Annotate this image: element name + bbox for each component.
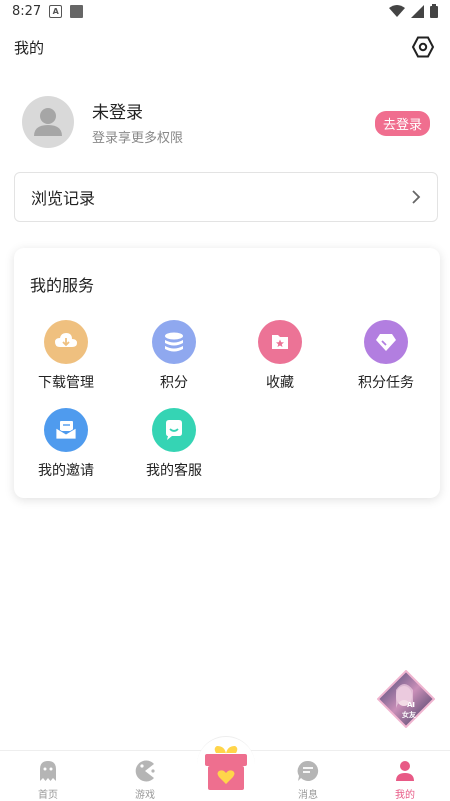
ai-girlfriend-floating-button[interactable]: AI 女友: [376, 669, 436, 729]
browse-history-label: 浏览记录: [31, 189, 96, 208]
login-hint: 登录享更多权限: [92, 131, 184, 146]
gift-center-button[interactable]: [203, 744, 249, 792]
tab-profile-label: 我的: [395, 790, 415, 801]
chevron-right-icon: [412, 190, 421, 204]
service-point-tasks[interactable]: 积分任务: [336, 320, 436, 392]
profile-section: 未登录 登录享更多权限 去登录: [22, 94, 434, 150]
tab-profile[interactable]: 我的: [360, 751, 450, 801]
ghost-home-icon: [40, 761, 56, 781]
tab-home-label: 首页: [38, 790, 58, 801]
status-bar: 8:27 A: [0, 0, 450, 22]
settings-hexagon-icon: [411, 36, 435, 58]
notification-square-icon: [70, 4, 84, 18]
message-icon: [297, 760, 319, 781]
service-favorites[interactable]: 收藏: [230, 320, 330, 392]
points-icon: [152, 320, 196, 364]
settings-button[interactable]: [410, 34, 436, 60]
gift-box-icon: [205, 746, 247, 790]
service-label: 收藏: [266, 375, 294, 391]
login-button[interactable]: 去登录: [374, 111, 430, 136]
service-label: 我的邀请: [38, 463, 94, 479]
wifi-icon: [389, 4, 405, 17]
game-icon: [135, 760, 155, 782]
notification-a-icon: A: [49, 4, 63, 18]
tab-messages[interactable]: 消息: [263, 751, 353, 801]
diamond-icon: [364, 320, 408, 364]
service-invite[interactable]: 我的邀请: [16, 408, 116, 480]
avatar[interactable]: [22, 96, 74, 148]
tab-messages-label: 消息: [298, 790, 318, 801]
browse-history-row[interactable]: 浏览记录: [14, 172, 438, 222]
ai-badge-text: AI: [407, 701, 416, 709]
ai-badge-subtext: 女友: [402, 711, 416, 719]
services-card: 我的服务 下载管理 积分 收藏 积分任务 我的邀请 我的客服: [14, 248, 440, 498]
service-customer-service[interactable]: 我的客服: [124, 408, 224, 480]
top-bar: 我的: [0, 30, 450, 64]
favorite-icon: [258, 320, 302, 364]
service-points[interactable]: 积分: [124, 320, 224, 392]
service-download[interactable]: 下载管理: [16, 320, 116, 392]
service-label: 积分任务: [358, 375, 414, 391]
page-title: 我的: [14, 38, 45, 57]
service-label: 我的客服: [146, 463, 202, 479]
services-title: 我的服务: [30, 276, 95, 295]
service-label: 积分: [160, 375, 188, 391]
tab-home[interactable]: 首页: [3, 751, 93, 801]
default-avatar-icon: [34, 108, 62, 136]
signal-icon: [411, 4, 424, 18]
username: 未登录: [92, 103, 143, 123]
clock: 8:27: [12, 3, 42, 19]
customer-service-icon: [152, 408, 196, 452]
profile-icon: [396, 761, 414, 781]
service-label: 下载管理: [38, 375, 94, 391]
download-icon: [44, 320, 88, 364]
tab-games-label: 游戏: [135, 790, 155, 801]
battery-icon: [430, 4, 438, 18]
invite-mail-icon: [44, 408, 88, 452]
tab-games[interactable]: 游戏: [100, 751, 190, 801]
